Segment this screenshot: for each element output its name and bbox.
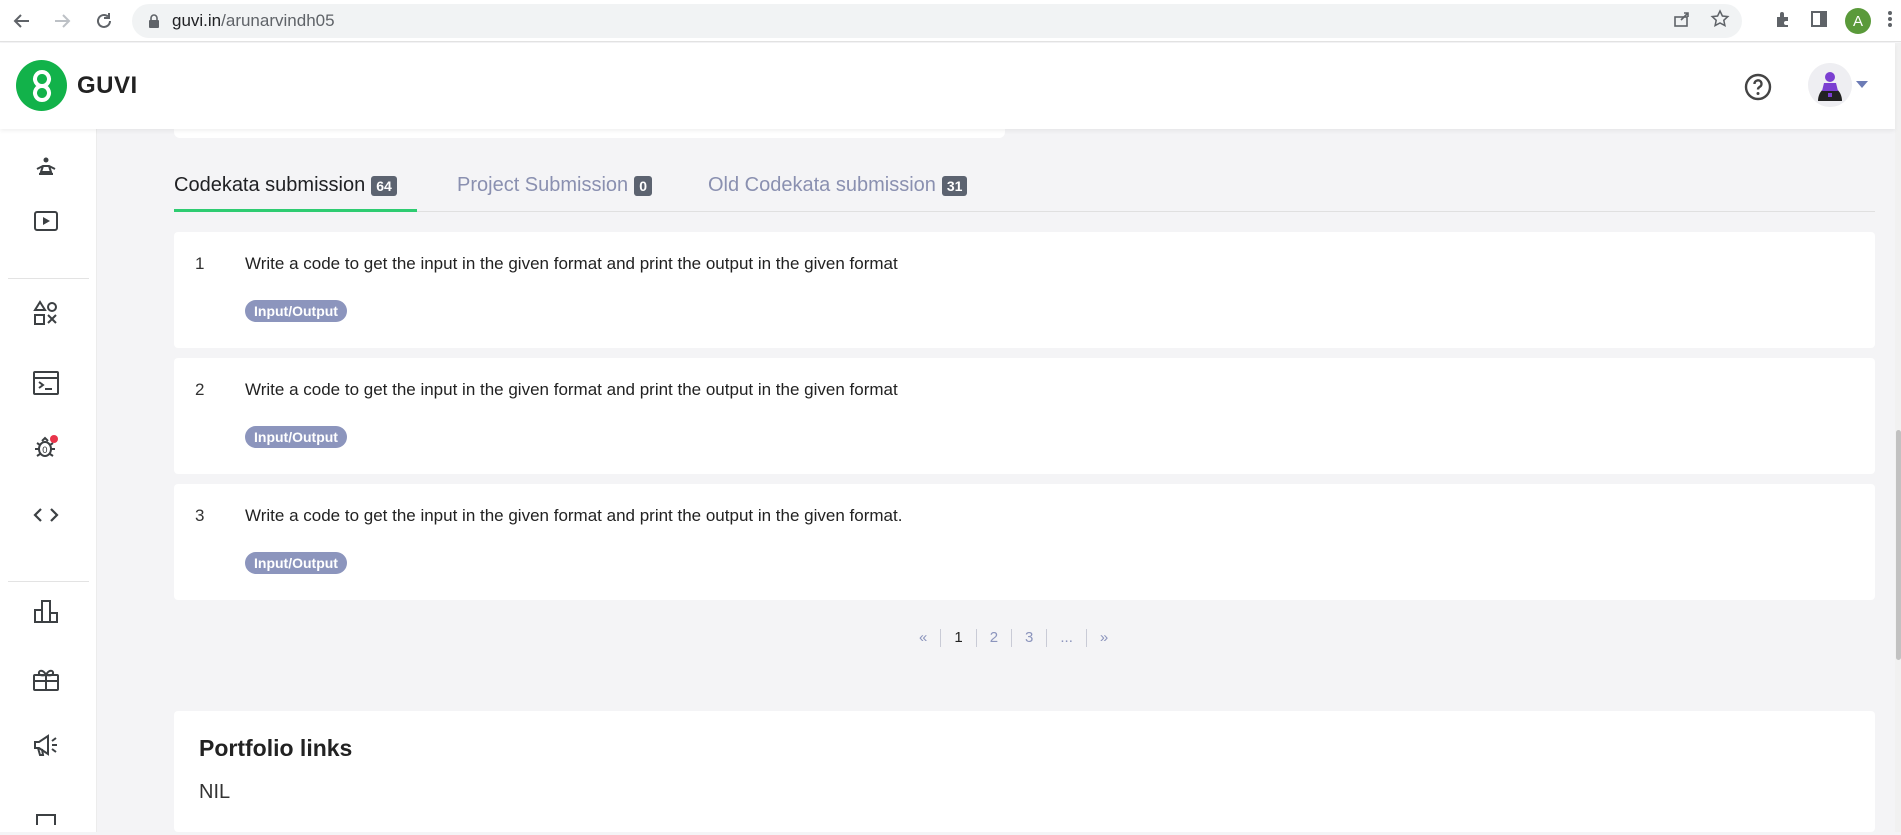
row-number: 1 [195, 254, 205, 273]
tab-old-codekata-submission[interactable]: Old Codekata submission 31 [708, 172, 968, 212]
browser-toolbar: guvi.in/arunarvindh05 A [0, 0, 1901, 42]
pagination-page-2[interactable]: 2 [975, 629, 1011, 647]
topic-tag: Input/Output [245, 300, 347, 322]
bookmark-star-icon[interactable] [1710, 8, 1730, 34]
yoga-icon[interactable] [28, 149, 64, 185]
megaphone-icon[interactable] [28, 727, 64, 763]
tab-codekata-submission[interactable]: Codekata submission 64 [174, 172, 417, 212]
leaderboard-icon[interactable] [28, 593, 64, 629]
help-icon[interactable] [1744, 73, 1772, 101]
guvi-logo-icon [16, 60, 67, 111]
topic-tag: Input/Output [245, 426, 347, 448]
terminal-icon[interactable] [28, 365, 64, 401]
shapes-icon[interactable] [28, 295, 64, 331]
guvi-logo[interactable]: GUVI [16, 60, 138, 111]
address-bar[interactable]: guvi.in/arunarvindh05 [132, 4, 1742, 38]
pagination-ellipsis[interactable]: ... [1046, 629, 1086, 647]
profile-card-bottom-edge [174, 129, 1005, 138]
row-title[interactable]: Write a code to get the input in the giv… [245, 254, 898, 274]
pagination-page-3[interactable]: 3 [1011, 629, 1046, 647]
svg-text:0: 0 [42, 446, 48, 456]
video-play-icon[interactable] [28, 203, 64, 239]
url-text: guvi.in/arunarvindh05 [172, 11, 335, 30]
count-badge: 31 [941, 176, 968, 196]
page-scrollbar-thumb[interactable] [1896, 430, 1901, 660]
submission-row[interactable]: 1 Write a code to get the input in the g… [174, 232, 1875, 348]
back-arrow-icon[interactable] [4, 3, 40, 39]
reload-icon[interactable] [86, 3, 122, 39]
browser-menu-icon[interactable] [1887, 9, 1893, 34]
row-title[interactable]: Write a code to get the input in the giv… [245, 506, 902, 526]
gift-icon[interactable] [28, 661, 64, 697]
logo-text: GUVI [77, 71, 138, 99]
submission-tabs: Codekata submission 64 Project Submissio… [174, 160, 1875, 212]
app-header: GUVI [0, 43, 1895, 129]
side-panel-icon[interactable] [1809, 9, 1829, 34]
row-title[interactable]: Write a code to get the input in the giv… [245, 380, 898, 400]
portfolio-value: NIL [199, 781, 231, 803]
row-number: 3 [195, 506, 205, 525]
portfolio-links-card: Portfolio links NIL [174, 711, 1875, 832]
count-badge: 64 [371, 176, 397, 196]
share-icon[interactable] [1672, 9, 1692, 34]
browser-profile-avatar[interactable]: A [1845, 8, 1871, 34]
bug-icon[interactable]: 0 [28, 429, 64, 465]
user-avatar[interactable] [1808, 63, 1852, 107]
pagination: « 1 2 3 ... » [906, 626, 1121, 650]
count-badge: 0 [634, 176, 652, 196]
portfolio-heading: Portfolio links [199, 735, 353, 761]
lock-icon [146, 13, 162, 29]
code-icon[interactable] [28, 497, 64, 533]
tab-label: Codekata submission [174, 174, 366, 196]
pagination-prev-button[interactable]: « [906, 629, 940, 647]
forward-arrow-icon[interactable] [44, 3, 80, 39]
extensions-icon[interactable] [1773, 9, 1793, 34]
chevron-down-icon[interactable] [1856, 81, 1868, 88]
sidebar-divider [8, 278, 89, 279]
sidebar-divider [8, 581, 89, 582]
row-number: 2 [195, 380, 205, 399]
pagination-next-button[interactable]: » [1085, 629, 1121, 647]
sidebar: 0 [0, 129, 97, 832]
topic-tag: Input/Output [245, 552, 347, 574]
tab-label: Project Submission [457, 174, 629, 196]
pagination-page-1[interactable]: 1 [940, 629, 975, 647]
tab-project-submission[interactable]: Project Submission 0 [457, 172, 652, 212]
tab-label: Old Codekata submission [708, 174, 936, 196]
submission-row[interactable]: 3 Write a code to get the input in the g… [174, 484, 1875, 600]
document-icon[interactable] [28, 795, 64, 835]
submission-row[interactable]: 2 Write a code to get the input in the g… [174, 358, 1875, 474]
